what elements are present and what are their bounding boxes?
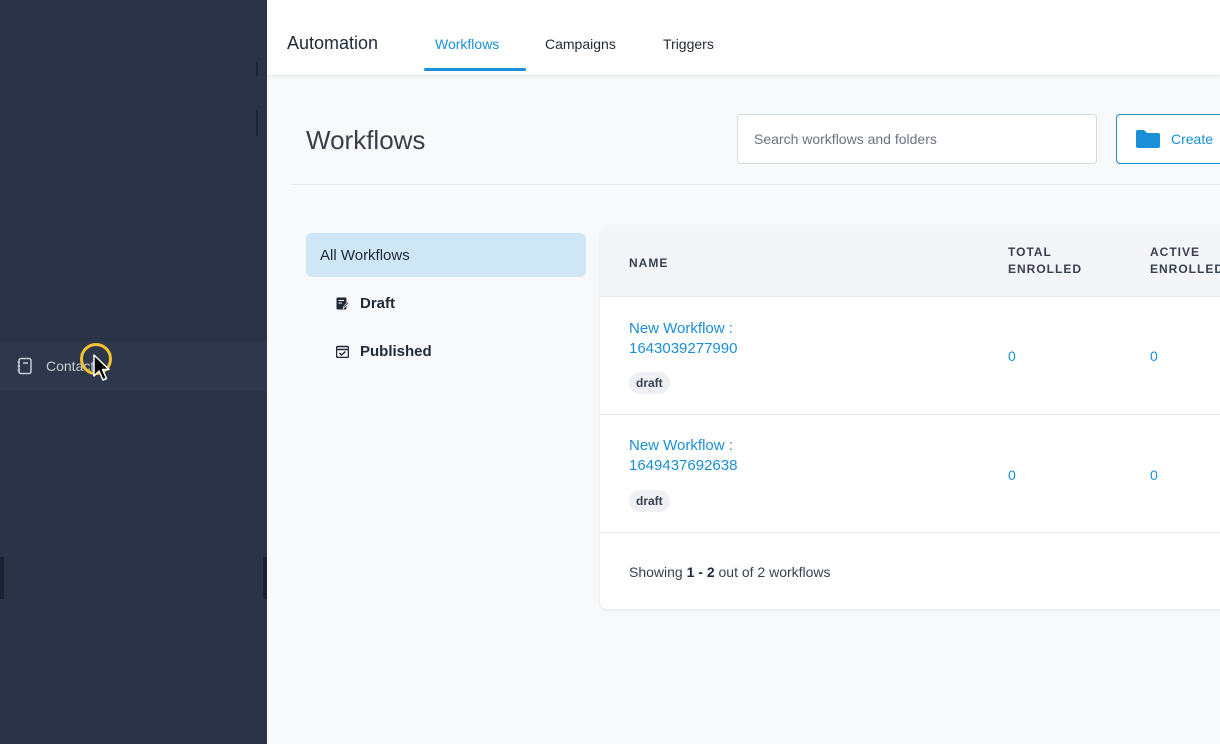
contacts-book-icon [16, 357, 34, 375]
total-enrolled-value[interactable]: 0 [1008, 348, 1016, 364]
sidebar-edge-mark [263, 557, 267, 599]
column-header-line: ACTIVE [1150, 245, 1201, 259]
column-header-line: TOTAL [1008, 245, 1052, 259]
folder-icon [1136, 130, 1160, 148]
filter-label: All Workflows [320, 246, 410, 264]
workflow-name-line: New Workflow : [629, 320, 733, 337]
column-header-line: ENROLLED [1150, 262, 1220, 276]
workflow-name-line: 1649437692638 [629, 457, 738, 474]
column-header-total-enrolled[interactable]: TOTAL ENROLLED [1008, 244, 1082, 278]
draft-edit-icon [336, 297, 350, 310]
sidebar: Contacts [0, 0, 267, 744]
status-badge: draft [629, 372, 670, 394]
sidebar-edge-mark [0, 557, 4, 599]
workflow-name-line: 1643039277990 [629, 340, 738, 357]
active-enrolled-value[interactable]: 0 [1150, 467, 1158, 483]
header-divider [292, 184, 1220, 185]
tab-campaigns[interactable]: Campaigns [545, 36, 616, 52]
pagination-range: 1 - 2 [686, 564, 715, 580]
sidebar-divider-mark [256, 62, 258, 76]
pagination-text: Showing [629, 564, 687, 580]
workflow-name-line: New Workflow : [629, 437, 733, 454]
filter-label: Published [360, 342, 432, 360]
workflows-table: NAME TOTAL ENROLLED ACTIVE ENROLLED New … [600, 227, 1220, 609]
column-header-line: ENROLLED [1008, 262, 1082, 276]
sidebar-divider-mark [256, 110, 258, 136]
sidebar-item-contacts[interactable]: Contacts [0, 341, 267, 391]
pagination-text: out of 2 workflows [714, 564, 831, 580]
column-header-name[interactable]: NAME [629, 255, 668, 272]
tab-workflows[interactable]: Workflows [435, 36, 499, 52]
search-input[interactable] [737, 114, 1097, 164]
app-title: Automation [287, 33, 379, 53]
workflow-name-link[interactable]: New Workflow : 1649437692638 [629, 436, 829, 476]
workflow-name-link[interactable]: New Workflow : 1643039277990 [629, 319, 829, 359]
mouse-cursor-icon [93, 354, 110, 381]
active-tab-indicator [424, 68, 526, 71]
column-header-active-enrolled[interactable]: ACTIVE ENROLLED [1150, 244, 1220, 278]
table-header: NAME TOTAL ENROLLED ACTIVE ENROLLED [600, 227, 1220, 297]
tab-triggers[interactable]: Triggers [663, 36, 714, 52]
create-button-label: Create [1171, 131, 1214, 147]
top-navigation-bar: Automation Workflows Campaigns Triggers [267, 0, 1220, 76]
create-folder-button[interactable]: Create [1116, 114, 1220, 164]
total-enrolled-value[interactable]: 0 [1008, 467, 1016, 483]
pagination-summary: Showing 1 - 2 out of 2 workflows [629, 564, 831, 580]
filter-all-workflows[interactable]: All Workflows [306, 233, 586, 277]
filter-draft[interactable]: Draft [306, 281, 586, 325]
status-badge: draft [629, 490, 670, 512]
table-row[interactable]: New Workflow : 1643039277990 draft 0 0 [600, 297, 1220, 415]
table-row[interactable]: New Workflow : 1649437692638 draft 0 0 [600, 415, 1220, 533]
calendar-check-icon [335, 345, 350, 358]
page-title: Workflows [306, 125, 426, 155]
filter-label: Draft [360, 294, 396, 312]
filter-published[interactable]: Published [306, 329, 586, 373]
active-enrolled-value[interactable]: 0 [1150, 348, 1158, 364]
